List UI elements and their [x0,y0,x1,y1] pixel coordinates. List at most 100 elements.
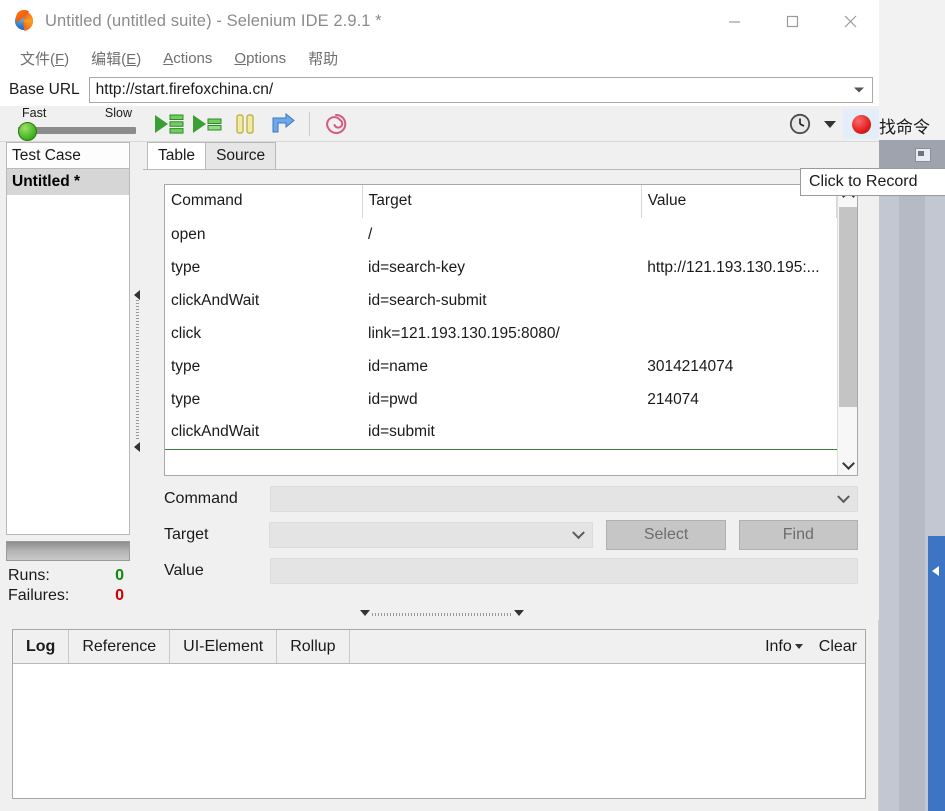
base-url-row: Base URL http://start.firefoxchina.cn/ [0,74,879,106]
test-case-item-untitled[interactable]: Untitled * [7,169,129,195]
menu-item-actions[interactable]: Actions [152,48,223,69]
row-command: type [171,258,201,276]
row-target: id=submit [362,416,642,450]
command-field-row: Command [164,486,858,512]
table-row[interactable]: clickAndWait id=submit [165,416,837,450]
command-field-label: Command [164,490,238,507]
chevron-down-icon[interactable] [854,87,864,93]
background-window-icon [915,148,931,162]
table-row[interactable]: click link=121.193.130.195:8080/ [165,317,837,350]
speed-slider-thumb[interactable] [18,122,37,141]
row-command [165,449,362,482]
tab-rollup[interactable]: Rollup [277,630,350,663]
splitter-collapse-down-icon[interactable] [360,610,370,616]
play-current-test-case-button[interactable] [188,109,226,139]
window-controls [705,0,879,42]
menu-item-options[interactable]: Options [223,48,297,69]
row-value: 214074 [647,390,699,408]
close-button[interactable] [821,0,879,42]
tab-table-label: Table [158,147,196,164]
clock-icon[interactable] [783,109,817,139]
tab-source[interactable]: Source [205,142,277,169]
screen-root: Untitled (untitled suite) - Selenium IDE… [0,0,945,811]
tab-log-label: Log [26,637,56,655]
splitter-expand-left-icon[interactable] [134,442,140,452]
row-value [641,317,836,350]
background-window-toolbar [878,140,945,168]
play-entire-test-suite-button[interactable] [150,109,188,139]
failures-value: 0 [115,587,124,604]
maximize-button[interactable] [763,0,821,42]
table-row[interactable]: open / [165,218,837,251]
minimize-button[interactable] [705,0,763,42]
failures-counter: Failures: 0 [6,586,130,606]
find-button-label: Find [782,526,814,543]
horizontal-splitter[interactable] [0,608,879,620]
log-info-filter-button[interactable]: Info [765,638,803,656]
value-input[interactable] [270,558,858,584]
command-table-header-row: Command Target Value [165,185,838,219]
vertical-splitter[interactable] [132,142,143,611]
record-dot-icon [851,114,871,134]
find-button[interactable]: Find [738,520,858,550]
editor-panel: Table Source Command Target Value open /… [143,142,879,611]
table-row[interactable]: clickAndWait id=search-submit [165,284,837,317]
select-button[interactable]: Select [606,520,726,550]
table-row[interactable]: type id=search-key http://121.193.130.19… [165,251,837,284]
scrollbar-thumb[interactable] [839,207,857,407]
base-url-combobox[interactable]: http://start.firefoxchina.cn/ [88,77,873,103]
log-clear-button[interactable]: Clear [819,638,857,656]
window-title: Untitled (untitled suite) - Selenium IDE… [45,11,382,30]
chevron-down-icon[interactable] [837,490,850,504]
target-field-row: Target Select Find [164,520,858,550]
splitter-collapse-left-icon[interactable] [134,290,140,300]
tab-ui-element[interactable]: UI-Element [170,630,278,663]
speed-slow-label: Slow [104,106,132,120]
tab-reference[interactable]: Reference [69,630,171,663]
record-button[interactable] [843,109,879,139]
row-target [362,449,641,482]
menu-item-help[interactable]: 帮助 [297,46,349,71]
tab-table[interactable]: Table [147,142,207,169]
tab-log[interactable]: Log [13,630,70,663]
command-input[interactable] [270,486,858,512]
failures-label: Failures: [8,587,70,604]
log-panel-tabs: Log Reference UI-Element Rollup Info Cle… [13,630,865,664]
background-scrollbar-track[interactable] [899,168,925,811]
table-row[interactable]: type id=name 3014214074 [165,350,837,383]
command-table-scrollbar[interactable] [837,185,857,475]
scroll-down-icon[interactable] [838,455,858,475]
pause-resume-button[interactable] [226,109,264,139]
row-target: id=name [368,357,428,375]
table-row[interactable]: type id=pwd 214074 [165,383,837,416]
column-header-target[interactable]: Target [362,185,642,219]
rollup-button[interactable] [317,109,355,139]
log-content[interactable] [13,664,865,798]
menu-item-file[interactable]: 文件(F) [9,46,80,71]
chevron-down-icon[interactable] [817,109,843,139]
log-panel-actions: Info Clear [749,630,857,663]
menu-bar: 文件(F) 编辑(E) Actions Options 帮助 [0,42,879,74]
step-button[interactable] [264,109,302,139]
row-value [641,218,836,251]
log-clear-label: Clear [818,637,857,655]
row-command: clickAndWait [165,416,363,450]
row-target: id=search-key [368,258,465,276]
row-command: type [171,357,201,375]
horizontal-splitter-grip [372,613,512,616]
title-bar[interactable]: Untitled (untitled suite) - Selenium IDE… [0,0,879,42]
toolbar-right-buttons [783,109,879,139]
chevron-down-icon[interactable] [572,526,586,540]
speed-slider[interactable]: Fast Slow [10,106,136,142]
value-field-label: Value [164,562,204,579]
table-row-empty[interactable] [165,449,837,482]
splitter-grip [136,300,139,440]
test-case-list[interactable]: Untitled * [6,168,130,535]
splitter-expand-down-icon[interactable] [514,610,524,616]
target-input[interactable] [269,522,594,548]
speed-fast-label: Fast [22,106,47,120]
menu-item-edit[interactable]: 编辑(E) [80,46,152,71]
row-command: type [171,390,201,408]
column-header-command[interactable]: Command [165,185,363,219]
toolbar-separator [309,112,310,136]
